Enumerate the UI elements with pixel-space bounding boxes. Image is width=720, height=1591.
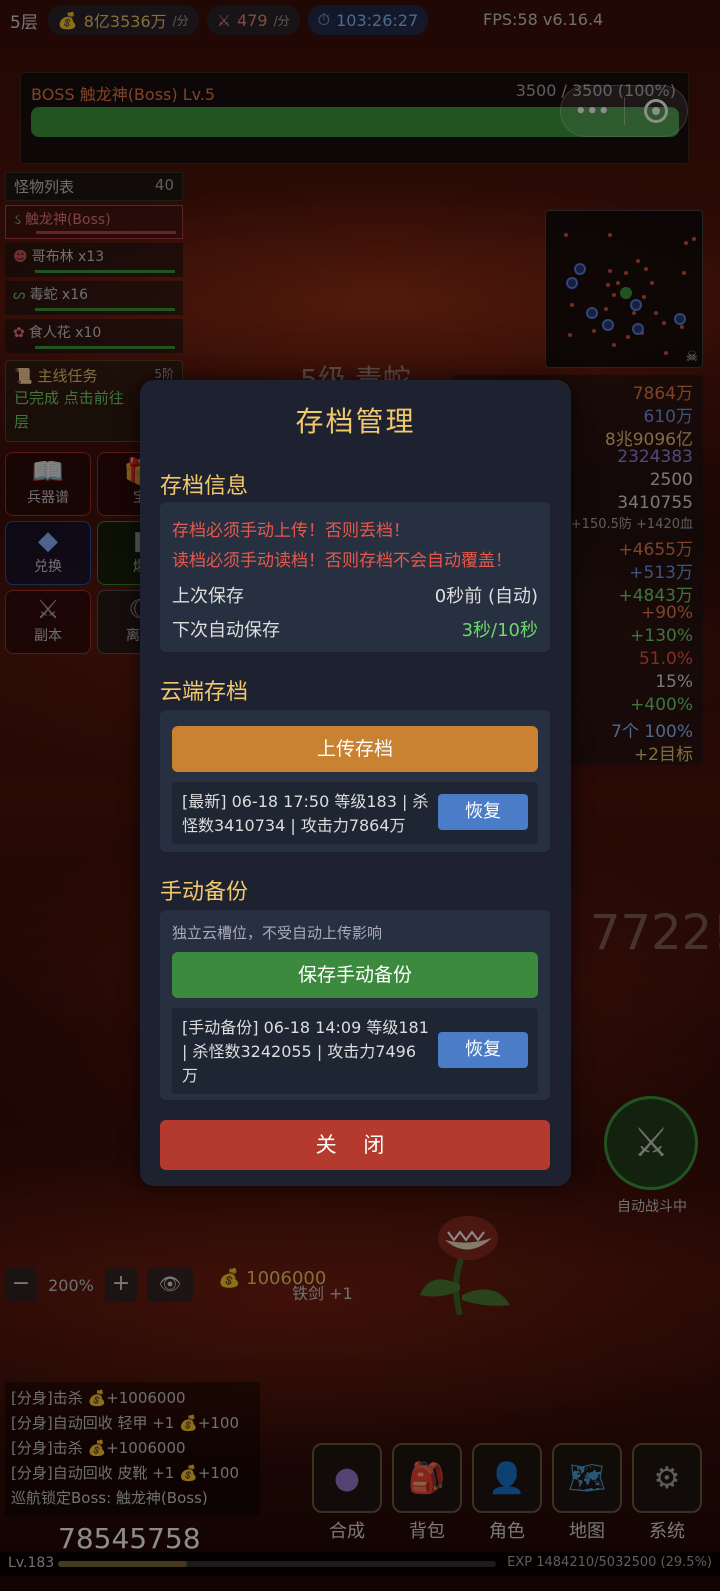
manual-backup-entry: [手动备份] 06-18 14:09 等级181 | 杀怪数3242055 | … [172,1008,538,1094]
save-manager-dialog: 存档管理 存档信息 存档必须手动上传！否则丢档！ 读档必须手动读档！否则存档不会… [140,380,571,1186]
cloud-save-title: 云端存档 [160,680,249,705]
restore-cloud-button[interactable]: 恢复 [438,794,528,830]
warning-upload: 存档必须手动上传！否则丢档！ [172,521,410,541]
upload-save-button[interactable]: 上传存档 [172,726,538,772]
save-manual-backup-button[interactable]: 保存手动备份 [172,952,538,998]
close-button[interactable]: 关 闭 [160,1120,550,1170]
last-save-row: 上次保存 0秒前 (自动) [172,586,538,607]
cloud-save-card: 上传存档 [最新] 06-18 17:50 等级183 | 杀怪数3410734… [160,710,550,852]
restore-manual-button[interactable]: 恢复 [438,1032,528,1068]
dialog-title: 存档管理 [295,405,416,438]
manual-backup-card: 独立云槽位，不受自动上传影响 保存手动备份 [手动备份] 06-18 14:09… [160,910,550,1100]
manual-backup-hint: 独立云槽位，不受自动上传影响 [172,924,383,942]
cloud-save-entry: [最新] 06-18 17:50 等级183 | 杀怪数3410734 | 攻击… [172,782,538,844]
warning-load: 读档必须手动读档！否则存档不会自动覆盖！ [172,551,512,571]
next-save-row: 下次自动保存 3秒/10秒 [172,620,538,641]
manual-backup-title: 手动备份 [160,880,249,905]
save-info-card: 存档必须手动上传！否则丢档！ 读档必须手动读档！否则存档不会自动覆盖！ 上次保存… [160,502,550,652]
save-info-title: 存档信息 [160,474,249,499]
